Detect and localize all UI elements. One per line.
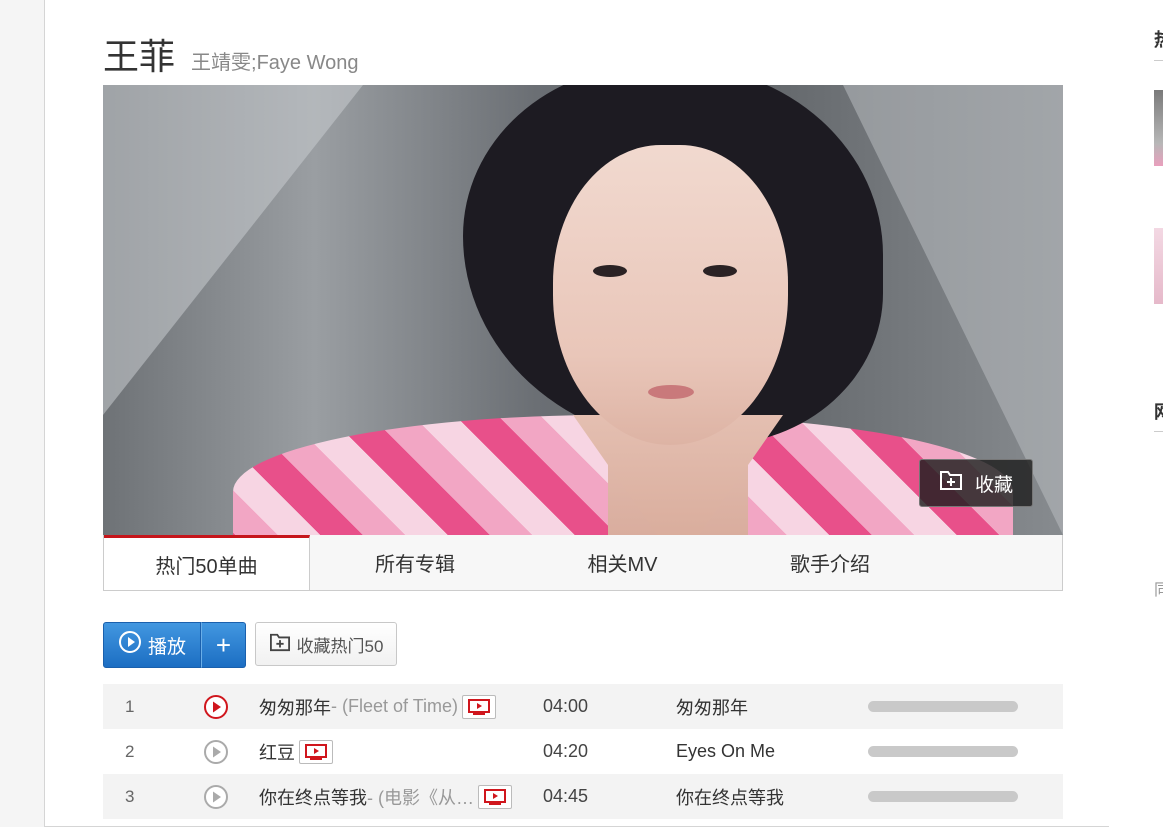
song-index: 2 (125, 741, 135, 761)
mv-icon[interactable] (462, 694, 497, 719)
song-album[interactable]: Eyes On Me (676, 741, 775, 762)
song-list: 1 匆匆那年 - (Fleet of Time) 04:00 匆匆那年 2 红豆 (103, 684, 1063, 819)
song-album[interactable]: 匆匆那年 (676, 694, 748, 720)
folder-add-icon (939, 469, 963, 497)
add-to-playlist-button[interactable]: + (201, 622, 246, 668)
song-index: 3 (125, 786, 135, 806)
sidebar-text: 同 (1154, 582, 1163, 599)
popularity-bar (868, 701, 1018, 712)
action-bar: 播放 + 收藏热门50 (103, 622, 397, 668)
folder-add-icon (269, 632, 291, 657)
play-song-icon[interactable] (203, 784, 229, 810)
song-index: 1 (125, 696, 135, 716)
artist-tabs: 热门50单曲 所有专辑 相关MV 歌手介绍 (103, 535, 1063, 591)
artist-banner: 收藏 (103, 85, 1063, 535)
tab-hot-50[interactable]: 热门50单曲 (104, 535, 310, 590)
song-title[interactable]: 匆匆那年 (259, 694, 331, 720)
tab-all-albums[interactable]: 所有专辑 (310, 535, 520, 590)
play-song-icon[interactable] (203, 739, 229, 765)
right-sidebar: 热 网 同 (1109, 0, 1163, 827)
play-song-icon[interactable] (203, 694, 229, 720)
artist-name: 王菲 (103, 37, 176, 78)
sidebar-thumbnail[interactable] (1154, 90, 1163, 166)
tab-related-mv[interactable]: 相关MV (520, 535, 725, 590)
song-row[interactable]: 3 你在终点等我 - (电影《从… 04:45 你在终点等我 (103, 774, 1063, 819)
tab-artist-intro[interactable]: 歌手介绍 (725, 535, 935, 590)
song-duration: 04:00 (543, 696, 589, 716)
favorite-label: 收藏 (974, 474, 1013, 496)
sidebar-heading-net: 网 (1154, 398, 1163, 424)
mv-icon[interactable] (478, 784, 512, 809)
main-panel: 王菲 王靖雯;Faye Wong 收藏 热门50单曲 所有专辑 相关MV 歌手介… (44, 0, 1110, 827)
song-duration: 04:20 (543, 741, 589, 761)
song-title[interactable]: 你在终点等我 (259, 784, 367, 810)
favorite-artist-button[interactable]: 收藏 (919, 459, 1033, 507)
song-subtitle: - (Fleet of Time) (331, 696, 459, 716)
sidebar-thumbnail[interactable] (1154, 228, 1163, 304)
play-label: 播放 (147, 636, 186, 658)
artist-header: 王菲 王靖雯;Faye Wong (103, 28, 359, 78)
collect-label: 收藏热门50 (296, 636, 384, 656)
play-circle-icon (118, 630, 142, 660)
collect-hot-50-button[interactable]: 收藏热门50 (255, 622, 397, 666)
artist-alias: 王靖雯;Faye Wong (191, 52, 359, 74)
popularity-bar (868, 746, 1018, 757)
song-row[interactable]: 2 红豆 04:20 Eyes On Me (103, 729, 1063, 774)
song-subtitle: - (电影《从… (367, 787, 474, 808)
song-album[interactable]: 你在终点等我 (676, 784, 784, 810)
song-row[interactable]: 1 匆匆那年 - (Fleet of Time) 04:00 匆匆那年 (103, 684, 1063, 729)
mv-icon[interactable] (299, 739, 333, 764)
popularity-bar (868, 791, 1018, 802)
play-all-button[interactable]: 播放 (103, 622, 201, 668)
song-title[interactable]: 红豆 (259, 739, 295, 765)
song-duration: 04:45 (543, 786, 589, 806)
sidebar-heading-hot: 热 (1154, 26, 1163, 52)
